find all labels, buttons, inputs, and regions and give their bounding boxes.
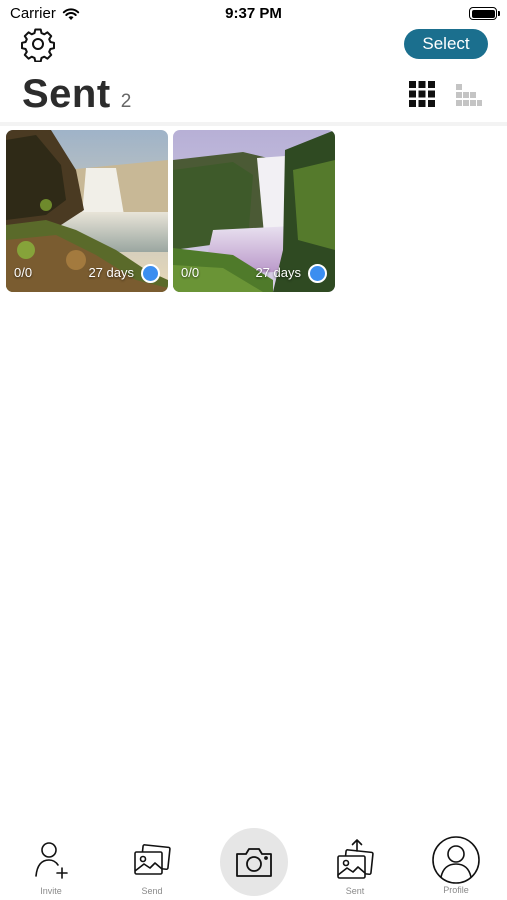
battery-icon (469, 7, 500, 20)
tab-sent[interactable]: Sent (320, 820, 390, 900)
status-bar: Carrier 9:37 PM (0, 0, 507, 28)
item-count: 2 (120, 91, 132, 112)
tab-send-label: Send (141, 886, 163, 896)
view-grid-button[interactable] (408, 80, 436, 108)
camera-icon (236, 848, 272, 877)
views-count: 0/0 (181, 265, 200, 280)
tab-send[interactable]: Send (117, 820, 187, 900)
photo-tile[interactable]: 0/0 27 days (173, 130, 335, 292)
photo-tile[interactable]: 0/0 27 days (6, 130, 168, 292)
page-title: Sent (22, 72, 111, 116)
photos-icon (134, 844, 171, 875)
add-person-icon (35, 842, 68, 879)
view-compact-button[interactable] (455, 81, 483, 109)
status-dot (141, 264, 160, 283)
gear-icon (21, 28, 55, 63)
photos-upload-icon (337, 839, 374, 879)
views-count: 0/0 (14, 265, 33, 280)
tab-invite[interactable]: Invite (16, 820, 86, 900)
photo-age: 27 days (255, 265, 301, 280)
photo-age: 27 days (88, 265, 134, 280)
grid-compact-icon (456, 84, 482, 106)
settings-button[interactable] (20, 26, 56, 63)
tab-sent-label: Sent (345, 886, 365, 896)
tab-profile[interactable]: Profile (421, 820, 491, 900)
tab-invite-label: Invite (40, 886, 62, 896)
profile-icon (432, 836, 480, 884)
camera-button[interactable] (220, 828, 288, 896)
header-divider (0, 122, 507, 126)
status-time: 9:37 PM (225, 5, 282, 22)
select-button[interactable]: Select (404, 29, 488, 59)
title-row: Sent 2 (22, 72, 131, 117)
status-dot (308, 264, 327, 283)
grid-3x3-icon (409, 81, 435, 107)
tab-profile-label: Profile (443, 885, 469, 895)
